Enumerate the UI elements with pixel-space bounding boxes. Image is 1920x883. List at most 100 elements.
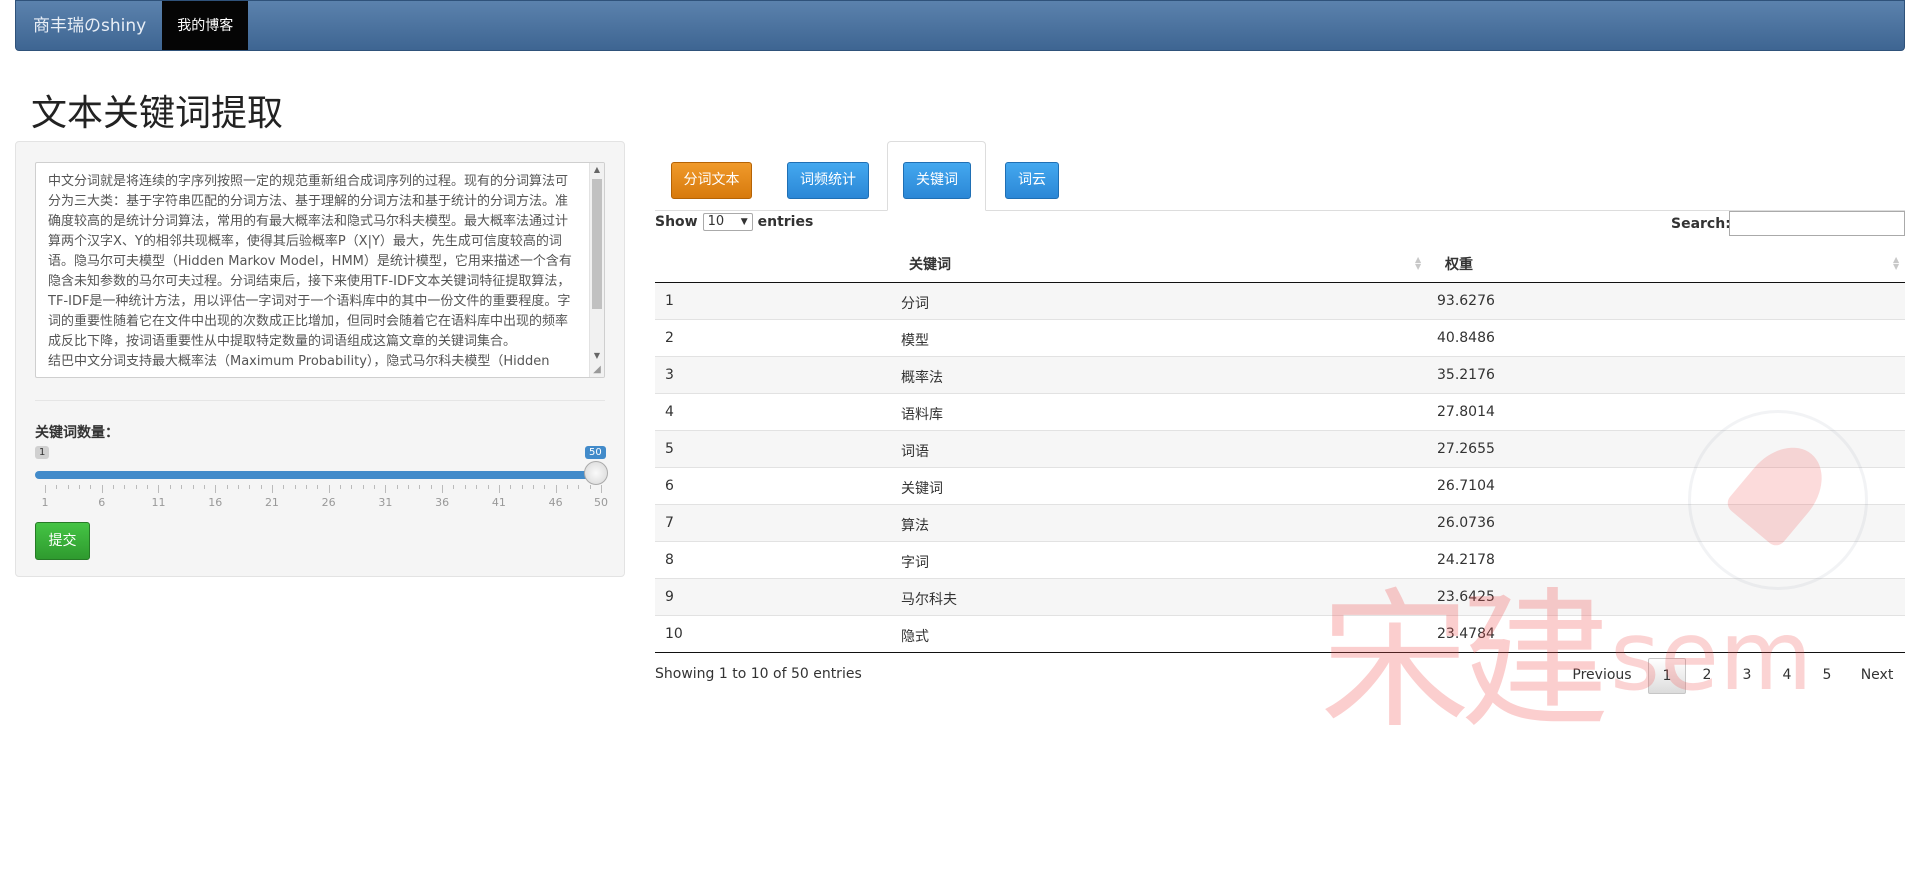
slider-tick [374, 485, 376, 489]
row-index: 3 [665, 367, 674, 383]
row-index: 4 [665, 404, 674, 420]
row-index: 9 [665, 589, 674, 605]
keyword-cell: 分词 [901, 296, 929, 312]
weight-cell: 26.7104 [1437, 478, 1495, 494]
row-index: 1 [665, 293, 674, 309]
tab-word-cloud[interactable]: 词云 [1005, 162, 1059, 199]
slider-tick [294, 485, 296, 489]
slider-tick [442, 485, 444, 493]
slider-handle[interactable] [584, 461, 608, 485]
table-row[interactable]: 10 隐式 23.4784 [655, 616, 1905, 653]
slider-tick [56, 485, 58, 489]
table-info: Showing 1 to 10 of 50 entries [655, 666, 862, 682]
slider-tick-label: 1 [41, 496, 49, 509]
navbar: 商丰瑞のshiny 我的博客 [15, 0, 1905, 51]
length-value: 10 [707, 214, 725, 229]
pagination-page-1[interactable]: 1 [1648, 658, 1686, 694]
slider-label: 关键词数量： [35, 425, 119, 441]
scroll-up-icon[interactable]: ▲ [590, 163, 604, 177]
text-input-area[interactable]: 中文分词就是将连续的字序列按照一定的规范重新组合成词序列的过程。现有的分词算法可… [35, 162, 605, 378]
pagination-page-5[interactable]: 5 [1810, 658, 1844, 694]
weight-cell: 35.2176 [1437, 367, 1495, 383]
textarea-scrollbar[interactable]: ▲ ▼ [589, 163, 604, 377]
sort-icon[interactable]: ▲ ▼ [1893, 256, 1899, 271]
slider-track[interactable] [35, 471, 600, 479]
slider-tick [464, 485, 466, 489]
keyword-cell: 语料库 [901, 407, 943, 423]
pagination-previous[interactable]: Previous [1566, 658, 1638, 694]
slider-tick-label: 36 [435, 496, 450, 509]
nav-item-blog[interactable]: 我的博客 [162, 1, 249, 50]
scroll-down-icon[interactable]: ▼ [590, 349, 604, 363]
slider-tick [408, 485, 410, 489]
search-input[interactable] [1729, 211, 1905, 236]
weight-cell: 40.8486 [1437, 330, 1495, 346]
slider-tick-label: 11 [151, 496, 166, 509]
slider-tick [45, 485, 46, 493]
row-index: 10 [665, 626, 683, 642]
textarea-content[interactable]: 中文分词就是将连续的字序列按照一定的规范重新组合成词序列的过程。现有的分词算法可… [48, 172, 578, 372]
tab-segmented-text[interactable]: 分词文本 [671, 162, 752, 199]
slider-tick-label: 26 [321, 496, 336, 509]
slider-tick [351, 485, 353, 489]
slider-tick-label: 50 [594, 496, 608, 509]
weight-cell: 23.4784 [1437, 626, 1495, 642]
length-select[interactable]: 10 ▼ [702, 213, 753, 231]
slider-tick [90, 485, 92, 489]
pagination-next[interactable]: Next [1854, 658, 1900, 694]
slider-tick [340, 485, 342, 489]
slider-tick [113, 485, 115, 489]
keyword-cell: 关键词 [901, 481, 943, 497]
submit-button[interactable]: 提交 [35, 522, 90, 560]
slider-tick [192, 485, 194, 489]
search-label: Search: [1671, 216, 1731, 232]
table-row[interactable]: 4 语料库 27.8014 [655, 394, 1905, 431]
slider-tick [237, 485, 239, 489]
table-row[interactable]: 3 概率法 35.2176 [655, 357, 1905, 394]
slider-tick [101, 485, 103, 493]
slider-tick [385, 485, 387, 493]
weight-cell: 27.8014 [1437, 404, 1495, 420]
length-control: Show 10 ▼ entries [655, 213, 813, 231]
keyword-cell: 算法 [901, 518, 929, 534]
slider-tick [135, 485, 137, 489]
slider-tick [396, 485, 398, 489]
keyword-cell: 概率法 [901, 370, 943, 386]
brand-title[interactable]: 商丰瑞のshiny [16, 1, 162, 50]
table-row[interactable]: 9 马尔科夫 23.6425 [655, 579, 1905, 616]
slider-tick [67, 485, 69, 489]
table-row[interactable]: 1 分词 93.6276 [655, 283, 1905, 320]
resize-grip-icon[interactable]: ◢ [590, 363, 604, 377]
pagination-page-3[interactable]: 3 [1730, 658, 1764, 694]
column-header-keyword[interactable]: 关键词 [909, 254, 951, 274]
slider-tick [181, 485, 183, 489]
table-header: 关键词 ▲ ▼ 权重 ▲ ▼ [655, 245, 1905, 283]
slider-tick [521, 485, 523, 489]
slider-tick [158, 485, 160, 493]
slider-tick [260, 485, 262, 489]
slider-tick-label: 31 [378, 496, 393, 509]
tab-keywords[interactable]: 关键词 [903, 162, 971, 199]
column-header-weight[interactable]: 权重 [1445, 254, 1473, 274]
slider-tick [487, 485, 489, 489]
tab-word-frequency[interactable]: 词频统计 [787, 162, 869, 199]
slider-tick [555, 485, 557, 493]
row-index: 7 [665, 515, 674, 531]
weight-cell: 24.2178 [1437, 552, 1495, 568]
keyword-cell: 马尔科夫 [901, 592, 957, 608]
slider-tick [476, 485, 478, 489]
pagination-page-4[interactable]: 4 [1770, 658, 1804, 694]
slider-tick [226, 485, 228, 489]
slider-tick [544, 485, 546, 489]
sort-icon[interactable]: ▲ ▼ [1415, 256, 1421, 271]
slider-tick-label: 16 [208, 496, 223, 509]
pagination-page-2[interactable]: 2 [1690, 658, 1724, 694]
table-row[interactable]: 2 模型 40.8486 [655, 320, 1905, 357]
slider-tick [430, 485, 432, 489]
slider-tick [589, 485, 591, 489]
slider-min-badge: 1 [35, 446, 50, 459]
slider-tick [566, 485, 568, 489]
scroll-thumb[interactable] [592, 179, 602, 309]
slider-tick [317, 485, 319, 489]
slider-tick-label: 21 [264, 496, 279, 509]
